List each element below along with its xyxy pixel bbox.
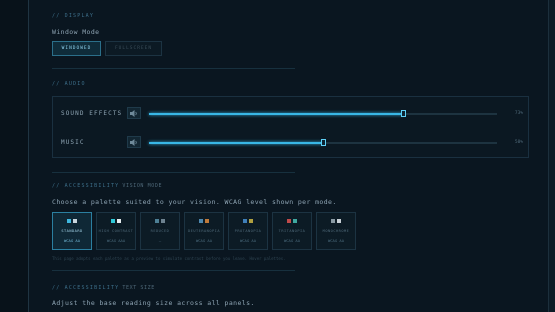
left-nav-rail [0, 0, 29, 312]
sound-effects-label: SOUND EFFECTS [61, 110, 123, 117]
vision-mode-section-title: // ACCESSIBILITY Vision Mode [52, 183, 162, 189]
palette-name: PROTANOPIA [234, 229, 262, 233]
text-size-section-subtitle: Text Size [122, 285, 155, 291]
palette-option-reduced[interactable]: REDUCED — [140, 212, 180, 250]
palette-swatch [67, 219, 71, 223]
music-slider-thumb[interactable] [321, 139, 326, 146]
palette-wcag-level: WCAG AA [195, 238, 212, 243]
sound-effects-slider-fill [149, 113, 404, 115]
palette-swatches [53, 219, 91, 223]
divider [52, 270, 295, 271]
divider [52, 172, 295, 173]
palette-option-high-contrast[interactable]: HIGH CONTRAST WCAG AAA [96, 212, 136, 250]
palette-swatch [205, 219, 209, 223]
music-value: 50% [514, 140, 523, 145]
palette-wcag-level: WCAG AA [63, 238, 80, 243]
audio-section-title: // AUDIO [52, 81, 86, 87]
palette-swatches [317, 219, 355, 223]
palette-option-standard[interactable]: STANDARD WCAG AA [52, 212, 92, 250]
sound-effects-slider-thumb[interactable] [401, 110, 407, 117]
audio-panel: SOUND EFFECTS 73% MUSIC 50% [52, 96, 529, 158]
palette-swatch [287, 219, 291, 223]
divider [52, 68, 295, 69]
palette-hint: This page adopts each palette as a previ… [52, 256, 286, 261]
palette-swatches [97, 219, 135, 223]
palette-swatches [141, 219, 179, 223]
palette-swatch [199, 219, 203, 223]
palette-swatch [249, 219, 253, 223]
fullscreen-button[interactable]: FULLSCREEN [105, 41, 162, 56]
palette-wcag-level: — [158, 238, 162, 243]
music-slider[interactable] [149, 139, 497, 146]
speaker-icon [130, 109, 137, 117]
window-mode-label: Window Mode [52, 28, 100, 36]
palette-swatches [273, 219, 311, 223]
palette-swatch [293, 219, 297, 223]
windowed-button[interactable]: WINDOWED [52, 41, 101, 56]
sound-effects-mute-button[interactable] [127, 107, 141, 119]
palette-swatches [185, 219, 223, 223]
palette-name: STANDARD [61, 229, 83, 233]
music-slider-fill [149, 142, 323, 144]
vision-mode-section-subtitle: Vision Mode [122, 183, 163, 189]
sound-effects-row: SOUND EFFECTS 73% [53, 103, 530, 125]
palette-option-deuteranopia[interactable]: DEUTERANOPIA WCAG AA [184, 212, 224, 250]
display-section-title: // DISPLAY [52, 13, 95, 19]
palette-wcag-level: WCAG AA [327, 238, 344, 243]
speaker-icon [130, 138, 137, 146]
palette-swatch [73, 219, 77, 223]
palette-wcag-level: WCAG AAA [106, 238, 126, 243]
palette-swatch [155, 219, 159, 223]
palette-name: TRITANOPIA [278, 229, 306, 233]
palette-swatch [117, 219, 121, 223]
palette-option-protanopia[interactable]: PROTANOPIA WCAG AA [228, 212, 268, 250]
palette-name: DEUTERANOPIA [188, 229, 220, 233]
sound-effects-value: 73% [514, 111, 523, 116]
palette-swatch [161, 219, 165, 223]
palette-swatches [229, 219, 267, 223]
sound-effects-slider[interactable] [149, 110, 497, 117]
palette-swatch [331, 219, 335, 223]
palette-option-tritanopia[interactable]: TRITANOPIA WCAG AA [272, 212, 312, 250]
scrollbar[interactable] [548, 0, 555, 312]
palette-swatch [111, 219, 115, 223]
vision-mode-description: Choose a palette suited to your vision. … [52, 198, 337, 206]
palette-swatch [243, 219, 247, 223]
palette-name: MONOCHROME [322, 229, 350, 233]
palette-wcag-level: WCAG AA [239, 238, 256, 243]
vision-mode-section-title-text: // ACCESSIBILITY [52, 183, 120, 189]
text-size-description: Adjust the base reading size across all … [52, 299, 255, 307]
music-row: MUSIC 50% [53, 132, 530, 154]
text-size-section-title: // ACCESSIBILITY Text Size [52, 285, 155, 291]
palette-swatch [337, 219, 341, 223]
text-size-section-title-text: // ACCESSIBILITY [52, 285, 120, 291]
music-mute-button[interactable] [127, 136, 141, 148]
palette-name: REDUCED [150, 229, 170, 233]
music-label: MUSIC [61, 139, 85, 146]
palette-name: HIGH CONTRAST [98, 229, 134, 233]
palette-wcag-level: WCAG AA [283, 238, 300, 243]
palette-option-monochrome[interactable]: MONOCHROME WCAG AA [316, 212, 356, 250]
